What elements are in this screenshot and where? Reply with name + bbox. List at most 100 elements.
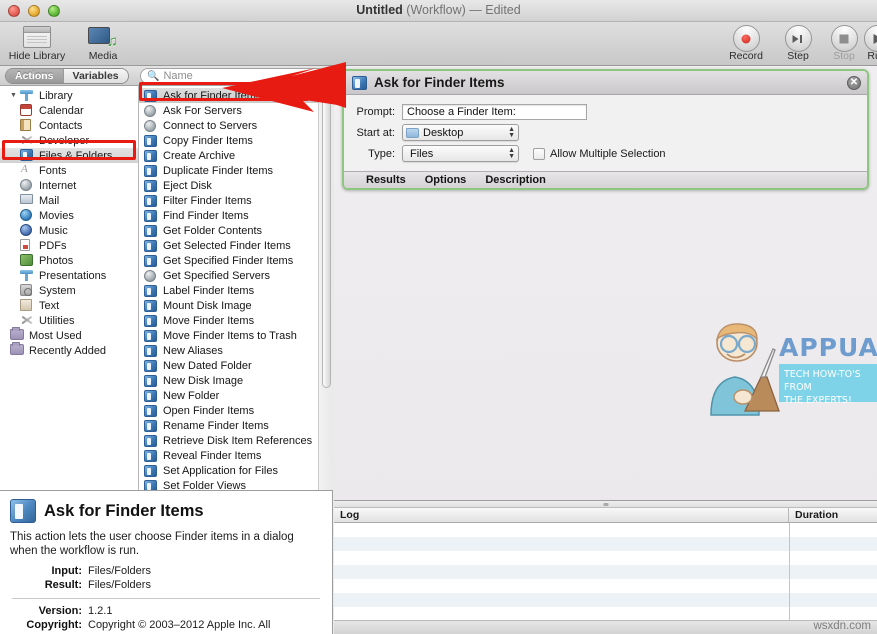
finder-icon: [144, 285, 158, 297]
action-item[interactable]: Get Specified Finder Items: [139, 253, 333, 268]
hide-library-label: Hide Library: [6, 50, 68, 62]
start-at-label: Start at:: [344, 127, 402, 139]
sidebar-item-mail[interactable]: Mail: [0, 193, 138, 208]
log-column-duration[interactable]: Duration: [789, 508, 838, 522]
action-item[interactable]: Get Selected Finder Items: [139, 238, 333, 253]
sidebar-item-music[interactable]: Music: [0, 223, 138, 238]
library-pane: Actions Variables 🔍 Name ▼LibraryCalenda…: [0, 66, 333, 490]
hide-library-button[interactable]: Hide Library: [6, 24, 68, 62]
finder-icon: [144, 435, 158, 447]
action-item[interactable]: Connect to Servers: [139, 118, 333, 133]
media-icon: ♫: [72, 24, 134, 49]
finder-icon: [144, 150, 158, 162]
action-item[interactable]: Move Finder Items to Trash: [139, 328, 333, 343]
log-row: [334, 523, 877, 537]
action-item-label: Get Specified Finder Items: [163, 255, 293, 267]
sidebar-item-utilities[interactable]: Utilities: [0, 313, 138, 328]
title-bar: Untitled (Workflow) — Edited: [0, 0, 877, 22]
action-card-header[interactable]: Ask for Finder Items ✕: [344, 71, 867, 95]
action-item[interactable]: New Disk Image: [139, 373, 333, 388]
action-item[interactable]: Find Finder Items: [139, 208, 333, 223]
action-item[interactable]: Mount Disk Image: [139, 298, 333, 313]
sidebar-item-most-used[interactable]: Most Used: [0, 328, 138, 343]
sidebar-item-system[interactable]: System: [0, 283, 138, 298]
action-item[interactable]: New Dated Folder: [139, 358, 333, 373]
action-item[interactable]: Copy Finder Items: [139, 133, 333, 148]
tab-description[interactable]: Description: [485, 174, 546, 186]
action-item[interactable]: Set Application for Files: [139, 463, 333, 478]
log-resize-handle[interactable]: [334, 501, 877, 508]
action-item[interactable]: Filter Finder Items: [139, 193, 333, 208]
description-divider: [12, 598, 320, 599]
sidebar-item-label: Calendar: [39, 105, 84, 117]
tab-results[interactable]: Results: [366, 174, 406, 186]
folder-icon: [406, 128, 419, 138]
action-item[interactable]: Open Finder Items: [139, 403, 333, 418]
sidebar-item-developer[interactable]: Developer: [0, 133, 138, 148]
log-column-log[interactable]: Log: [334, 508, 789, 522]
action-item[interactable]: Duplicate Finder Items: [139, 163, 333, 178]
globe-icon: [144, 120, 158, 132]
action-item[interactable]: Move Finder Items: [139, 313, 333, 328]
fonts-icon: [20, 164, 35, 177]
globe-icon: [20, 179, 35, 192]
action-item[interactable]: Retrieve Disk Item References: [139, 433, 333, 448]
window-title-state: — Edited: [469, 3, 520, 17]
sidebar-item-files-folders[interactable]: Files & Folders: [0, 148, 138, 163]
category-list[interactable]: ▼Library CalendarContactsDeveloperFiles &…: [0, 86, 139, 490]
disclosure-triangle-icon[interactable]: ▼: [10, 92, 20, 99]
action-item[interactable]: Reveal Finder Items: [139, 448, 333, 463]
sidebar-item-library[interactable]: ▼Library: [0, 88, 138, 103]
sidebar-item-fonts[interactable]: Fonts: [0, 163, 138, 178]
action-item[interactable]: New Aliases: [139, 343, 333, 358]
tab-variables[interactable]: Variables: [63, 69, 128, 83]
type-dropdown[interactable]: Files ▲▼: [402, 145, 519, 162]
action-card-title: Ask for Finder Items: [374, 75, 505, 90]
sidebar-item-internet[interactable]: Internet: [0, 178, 138, 193]
sidebar-item-photos[interactable]: Photos: [0, 253, 138, 268]
sidebar-item-calendar[interactable]: Calendar: [0, 103, 138, 118]
action-item[interactable]: Rename Finder Items: [139, 418, 333, 433]
chevron-updown-icon: ▲▼: [508, 148, 515, 160]
action-item[interactable]: New Folder: [139, 388, 333, 403]
log-row: [334, 593, 877, 607]
close-icon[interactable]: ✕: [847, 76, 861, 90]
sidebar-item-presentations[interactable]: Presentations: [0, 268, 138, 283]
action-card-tabs[interactable]: Results Options Description: [344, 171, 867, 188]
globe-icon: [144, 105, 158, 117]
sidebar-item-pdfs[interactable]: PDFs: [0, 238, 138, 253]
allow-multiple-selection-checkbox[interactable]: [533, 148, 545, 160]
window-title-kind: (Workflow): [406, 3, 466, 17]
action-item[interactable]: Label Finder Items: [139, 283, 333, 298]
library-mode-segmented-control[interactable]: Actions Variables: [5, 68, 129, 84]
action-item[interactable]: Create Archive: [139, 148, 333, 163]
action-card-ask-for-finder-items[interactable]: Ask for Finder Items ✕ Prompt: Choose a …: [342, 69, 869, 190]
finder-icon: [20, 149, 35, 162]
prompt-input[interactable]: Choose a Finder Item:: [402, 104, 587, 120]
actions-scrollbar-thumb[interactable]: [322, 88, 331, 388]
actions-scrollbar[interactable]: [318, 86, 333, 490]
tab-actions[interactable]: Actions: [6, 69, 63, 83]
action-item[interactable]: Get Folder Contents: [139, 223, 333, 238]
action-item-label: Get Folder Contents: [163, 225, 262, 237]
run-button[interactable]: Run: [860, 24, 877, 62]
actions-list[interactable]: Ask for Finder ItemsAsk For ServersConne…: [139, 86, 333, 490]
workflow-canvas[interactable]: Ask for Finder Items ✕ Prompt: Choose a …: [334, 66, 877, 500]
sidebar-item-label: Photos: [39, 255, 73, 267]
library-split: ▼Library CalendarContactsDeveloperFiles &…: [0, 86, 333, 490]
finder-icon: [144, 405, 158, 417]
start-at-dropdown[interactable]: Desktop ▲▼: [402, 124, 519, 141]
action-item[interactable]: Set Folder Views: [139, 478, 333, 490]
action-item[interactable]: Eject Disk: [139, 178, 333, 193]
sidebar-item-contacts[interactable]: Contacts: [0, 118, 138, 133]
action-item-label: Filter Finder Items: [163, 195, 252, 207]
media-button[interactable]: ♫ Media: [72, 24, 134, 62]
action-item[interactable]: Get Specified Servers: [139, 268, 333, 283]
sidebar-item-text[interactable]: Text: [0, 298, 138, 313]
play-icon: [860, 24, 877, 49]
sidebar-item-recently-added[interactable]: Recently Added: [0, 343, 138, 358]
tab-options[interactable]: Options: [425, 174, 467, 186]
log-rows: [334, 523, 877, 634]
window-title: Untitled (Workflow) — Edited: [0, 3, 877, 17]
sidebar-item-movies[interactable]: Movies: [0, 208, 138, 223]
